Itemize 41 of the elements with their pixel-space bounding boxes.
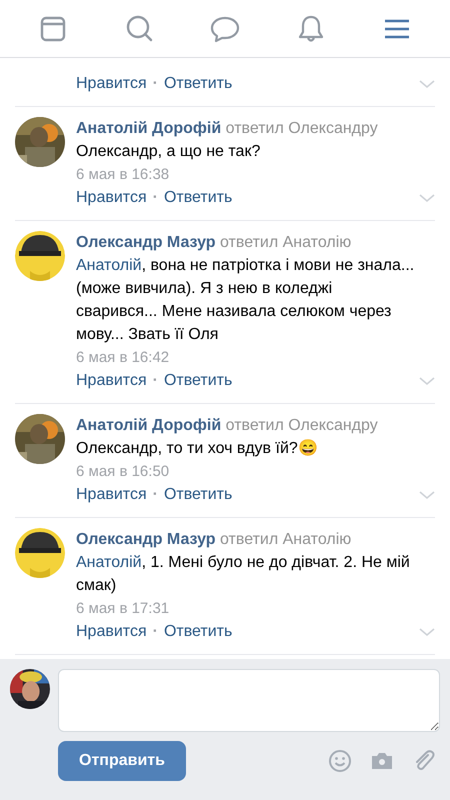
reply-link[interactable]: Ответить (164, 186, 232, 209)
reply-link[interactable]: Ответить (164, 483, 232, 506)
separator-dot: · (152, 188, 158, 208)
like-link[interactable]: Нравится (76, 483, 147, 506)
comment-time: 6 мая в 16:42 (76, 348, 170, 368)
like-link[interactable]: Нравится (76, 369, 147, 392)
chevron-down-icon[interactable] (419, 192, 435, 202)
comment-text: Анатолій, 1. Мені було не до дівчат. 2. Не мій смак) (76, 553, 411, 596)
author-name[interactable]: Олександр Мазур (76, 234, 216, 251)
separator-dot: · (152, 74, 158, 94)
reply-target: ответил Олександру (226, 417, 378, 434)
send-button[interactable]: Отправить (58, 741, 186, 781)
separator-dot: · (152, 622, 158, 642)
smiley-icon[interactable] (328, 749, 352, 773)
like-link[interactable]: Нравится (76, 186, 147, 209)
comment-text: Олександр, то ти хоч вдув їй?😄 (76, 438, 319, 459)
like-link[interactable]: Нравится (76, 620, 147, 643)
reply-target: ответил Анатолію (220, 531, 352, 548)
mention-link[interactable]: Анатолій (76, 257, 142, 274)
chevron-down-icon[interactable] (419, 626, 435, 636)
comment-input[interactable] (58, 669, 440, 732)
separator-dot: · (152, 371, 158, 391)
chevron-down-icon[interactable] (419, 78, 435, 88)
reply-target: ответил Олександру (226, 120, 378, 137)
comment-text: Анатолій, вона не патріотка і мови не знала... (може вивчила). Я з нею в коледжі сварився... Мене називала селюком через мову... Звать її Оля (76, 256, 416, 345)
author-name[interactable]: Олександр Мазур (76, 531, 216, 548)
comment-time: 6 мая в 16:38 (76, 165, 170, 185)
chevron-down-icon[interactable] (419, 376, 435, 386)
like-link[interactable]: Нравится (76, 72, 147, 95)
reply-link[interactable]: Ответить (164, 369, 232, 392)
author-name[interactable]: Анатолій Дорофій (76, 120, 222, 137)
reply-target: ответил Анатолію (220, 234, 352, 251)
comment-text: Олександр, а що не так? (76, 142, 262, 162)
mention-link[interactable]: Анатолій (76, 554, 142, 571)
chevron-down-icon[interactable] (419, 490, 435, 500)
comment-time: 6 мая в 17:31 (76, 599, 170, 619)
reply-link[interactable]: Ответить (164, 72, 232, 95)
author-name[interactable]: Анатолій Дорофій (76, 417, 222, 434)
comment-time: 6 мая в 16:50 (76, 462, 170, 482)
separator-dot: · (152, 485, 158, 505)
reply-link[interactable]: Ответить (164, 620, 232, 643)
